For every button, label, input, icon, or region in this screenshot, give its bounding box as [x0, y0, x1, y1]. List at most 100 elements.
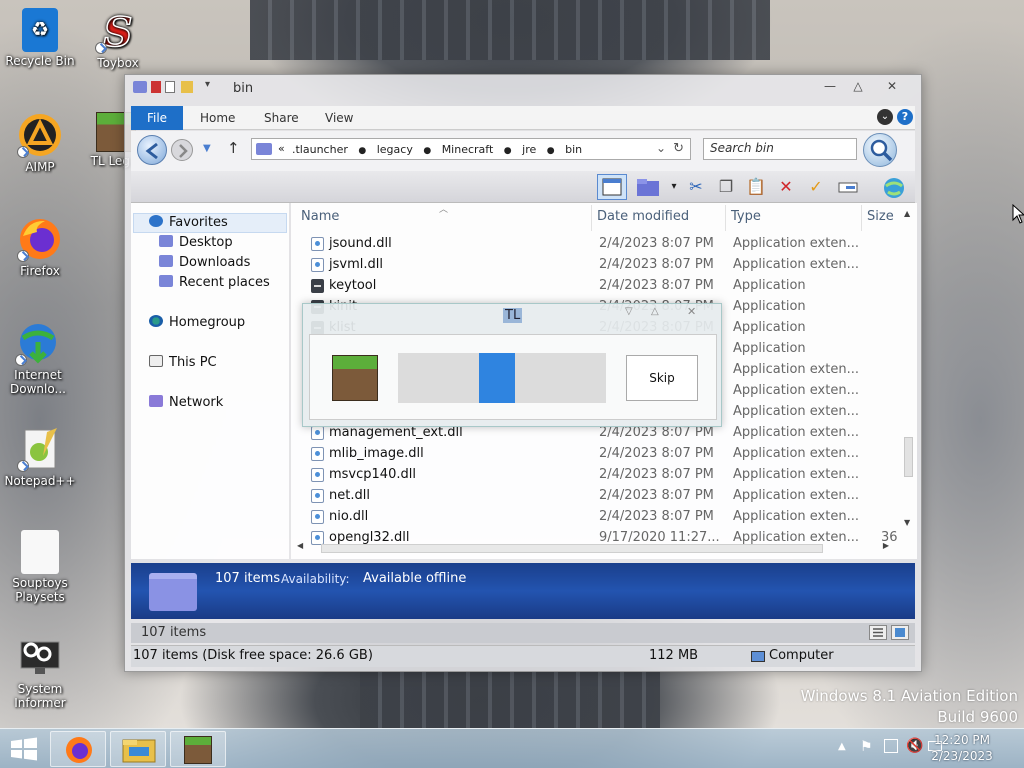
nav-homegroup[interactable]: Homegroup	[149, 313, 245, 333]
address-dropdown-icon[interactable]: ⌄	[656, 141, 666, 155]
tl-dialog-close-button[interactable]: ✕	[687, 305, 696, 318]
file-row[interactable]: nio.dll 2/4/2023 8:07 PM Application exten…	[291, 506, 917, 527]
column-header-type[interactable]: Type	[731, 209, 761, 224]
maximize-button[interactable]: △	[845, 79, 871, 93]
column-header-date[interactable]: Date modified	[597, 209, 689, 224]
address-overflow-chevron[interactable]: «	[278, 142, 285, 155]
nav-favorites[interactable]: Favorites	[149, 213, 228, 233]
desktop-icon-recycle-bin[interactable]: ♻ Recycle Bin	[0, 8, 80, 68]
file-name: keytool	[329, 278, 377, 293]
minimize-button[interactable]: —	[817, 79, 843, 93]
tab-home[interactable]: Home	[200, 106, 235, 130]
large-icons-view-icon[interactable]	[891, 625, 909, 640]
explorer-titlebar[interactable]: ▾ bin — △ ✕	[125, 75, 921, 105]
file-row[interactable]: msvcp140.dll 2/4/2023 8:07 PM Application …	[291, 464, 917, 485]
refresh-button[interactable]: ↻	[673, 141, 684, 156]
vertical-scrollbar[interactable]: ▲ ▼	[904, 209, 913, 527]
quick-access-new-file-icon[interactable]	[165, 81, 175, 93]
downloads-folder-icon	[159, 255, 173, 267]
forward-button[interactable]	[171, 139, 193, 161]
file-row[interactable]: jsound.dll 2/4/2023 8:07 PM Application ex…	[291, 233, 917, 254]
internet-globe-icon[interactable]	[881, 176, 907, 198]
breadcrumb-jre[interactable]: jre	[522, 143, 536, 156]
breadcrumb-separator-icon[interactable]: ●	[504, 146, 512, 156]
desktop-icon-souptoys[interactable]: Souptoys Playsets	[0, 530, 80, 604]
horizontal-scrollbar[interactable]: ◀ ▶	[297, 541, 889, 553]
new-folder-dropdown-icon[interactable]: ▾	[663, 176, 685, 198]
desktop-icon-internet-download-manager[interactable]: Internet Downlo...	[0, 320, 78, 396]
tl-launcher-dialog[interactable]: ▽ △ ✕ TL Skip	[302, 303, 722, 427]
new-folder-icon[interactable]	[635, 176, 661, 198]
breadcrumb-separator-icon[interactable]: ●	[423, 146, 431, 156]
nav-desktop[interactable]: Desktop	[159, 233, 233, 253]
search-icon[interactable]	[863, 133, 897, 167]
tab-file[interactable]: File	[131, 106, 183, 130]
scroll-up-icon[interactable]: ▲	[904, 209, 910, 218]
scroll-left-icon[interactable]: ◀	[297, 541, 303, 550]
taskbar-file-explorer[interactable]	[110, 731, 166, 767]
desktop-icon-system-informer[interactable]: System Informer	[0, 634, 80, 710]
breadcrumb-separator-icon[interactable]: ●	[358, 146, 366, 156]
select-check-icon[interactable]: ✓	[805, 176, 827, 198]
column-header-size[interactable]: Size	[867, 209, 894, 224]
show-hidden-icons-icon[interactable]: ▲	[838, 741, 846, 752]
tl-dialog-minimize-button[interactable]: ▽	[625, 306, 633, 317]
cut-icon[interactable]: ✂	[685, 176, 707, 198]
help-button[interactable]: ?	[897, 109, 913, 125]
scroll-down-icon[interactable]: ▼	[904, 518, 910, 527]
desktop-icon-notepad-plus-plus[interactable]: Notepad++	[0, 426, 80, 488]
system-informer-icon	[17, 634, 63, 680]
taskbar-tl-launcher[interactable]	[170, 731, 226, 767]
breadcrumb-bin[interactable]: bin	[565, 143, 582, 156]
scroll-thumb[interactable]	[321, 544, 823, 553]
quick-access-new-folder-icon[interactable]	[181, 81, 193, 93]
file-row[interactable]: keytool 2/4/2023 8:07 PM Application	[291, 275, 917, 296]
quick-access-properties-icon[interactable]	[151, 81, 161, 93]
column-separator[interactable]	[861, 205, 862, 231]
column-separator[interactable]	[591, 205, 592, 231]
start-button[interactable]	[10, 737, 38, 765]
nav-downloads[interactable]: Downloads	[159, 253, 250, 273]
desktop-icon-firefox[interactable]: Firefox	[0, 216, 80, 278]
recent-locations-dropdown-icon[interactable]: ▼	[203, 143, 211, 154]
desktop-icon-toybox[interactable]: S Toybox	[78, 8, 158, 70]
search-input[interactable]: Search bin	[703, 138, 857, 160]
breadcrumb-minecraft[interactable]: Minecraft	[442, 143, 494, 156]
address-bar[interactable]: « .tlauncher ● legacy ● Minecraft ● jre …	[251, 138, 691, 160]
close-button[interactable]: ✕	[879, 79, 905, 93]
taskbar-clock[interactable]: 12:20 PM 2/23/2023	[922, 732, 1002, 764]
column-separator[interactable]	[725, 205, 726, 231]
dll-file-icon	[311, 489, 324, 503]
back-button[interactable]	[137, 135, 167, 165]
rename-icon[interactable]	[837, 176, 859, 198]
nav-network[interactable]: Network	[149, 393, 223, 413]
skip-button[interactable]: Skip	[626, 355, 698, 401]
action-center-flag-icon[interactable]: ⚑	[860, 739, 873, 755]
scroll-right-icon[interactable]: ▶	[883, 541, 889, 550]
preview-pane-icon[interactable]	[597, 174, 627, 200]
breadcrumb-tlauncher[interactable]: .tlauncher	[292, 143, 348, 156]
tab-view[interactable]: View	[325, 106, 353, 130]
network-status-icon[interactable]	[884, 739, 898, 753]
quick-access-dropdown-icon[interactable]: ▾	[205, 79, 210, 90]
file-row[interactable]: mlib_image.dll 2/4/2023 8:07 PM Applicatio…	[291, 443, 917, 464]
details-view-icon[interactable]	[869, 625, 887, 640]
copy-icon[interactable]: ❐	[715, 176, 737, 198]
breadcrumb-legacy[interactable]: legacy	[377, 143, 413, 156]
paste-icon[interactable]: 📋	[745, 176, 767, 198]
up-arrow-icon[interactable]: ↑	[227, 139, 240, 157]
file-row[interactable]: jsvml.dll 2/4/2023 8:07 PM Application ext…	[291, 254, 917, 275]
desktop-icon-aimp[interactable]: AIMP	[0, 112, 80, 174]
column-header-name[interactable]: Name	[301, 209, 339, 224]
file-row[interactable]: net.dll 2/4/2023 8:07 PM Application exten…	[291, 485, 917, 506]
volume-muted-icon[interactable]: 🔇	[906, 738, 923, 754]
delete-icon[interactable]: ✕	[775, 176, 797, 198]
breadcrumb-separator-icon[interactable]: ●	[547, 146, 555, 156]
tl-dialog-maximize-button[interactable]: △	[651, 306, 659, 317]
nav-this-pc[interactable]: This PC	[149, 353, 217, 373]
tab-share[interactable]: Share	[264, 106, 299, 130]
ribbon-expand-chevron-icon[interactable]: ⌄	[877, 109, 893, 125]
taskbar-firefox[interactable]	[50, 731, 106, 767]
nav-recent-places[interactable]: Recent places	[159, 273, 270, 293]
scroll-thumb[interactable]	[904, 437, 913, 477]
